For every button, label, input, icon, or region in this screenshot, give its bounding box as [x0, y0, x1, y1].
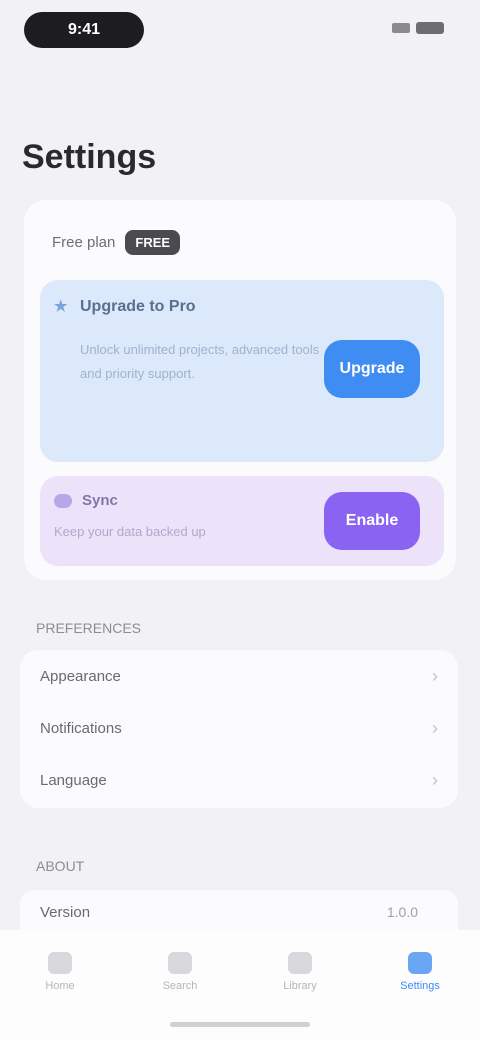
status-icons — [392, 22, 444, 34]
battery-icon — [416, 22, 444, 34]
home-icon — [48, 952, 72, 974]
list-item-label: Language — [40, 771, 107, 789]
library-icon — [288, 952, 312, 974]
signal-icon — [392, 23, 410, 33]
list-item-label: Notifications — [40, 719, 122, 737]
star-icon: ★ — [54, 298, 68, 315]
search-icon — [168, 952, 192, 974]
about-row-label: Version — [40, 904, 91, 921]
status-time: 9:41 — [24, 12, 144, 48]
tab-search[interactable]: Search — [145, 952, 215, 992]
preferences-list: Appearance › Notifications › Language › — [20, 650, 458, 808]
cloud-icon — [54, 493, 72, 508]
sync-description: Keep your data backed up — [54, 524, 206, 539]
status-bar: 9:41 — [0, 0, 480, 64]
account-label: Free plan — [52, 234, 116, 251]
tab-settings[interactable]: Settings — [385, 952, 455, 992]
upgrade-title-row: ★ Upgrade to Pro — [54, 298, 196, 316]
list-item-language[interactable]: Language › — [20, 754, 458, 806]
about-row-value: 1.0.0 — [386, 904, 418, 920]
list-item-appearance[interactable]: Appearance › — [20, 650, 458, 702]
chevron-right-icon: › — [432, 665, 438, 686]
sync-card: Sync Keep your data backed up Enable — [40, 476, 444, 566]
plan-badge: FREE — [125, 230, 181, 255]
gear-icon — [408, 952, 432, 974]
home-indicator[interactable] — [170, 1022, 310, 1027]
upgrade-title: Upgrade to Pro — [80, 298, 196, 315]
account-card: Free plan FREE ★ Upgrade to Pro Unlock u… — [24, 200, 456, 580]
upgrade-button[interactable]: Upgrade — [324, 340, 420, 398]
account-row[interactable]: Free plan FREE — [52, 230, 181, 255]
list-item-notifications[interactable]: Notifications › — [20, 702, 458, 754]
preferences-section-label: PREFERENCES — [36, 620, 142, 636]
tab-label: Settings — [400, 980, 440, 992]
sync-title: Sync — [82, 492, 118, 509]
upgrade-description: Unlock unlimited projects, advanced tool… — [80, 342, 320, 381]
list-item-label: Appearance — [40, 667, 121, 685]
upgrade-card: ★ Upgrade to Pro Unlock unlimited projec… — [40, 280, 444, 462]
tab-library[interactable]: Library — [265, 952, 335, 992]
about-section-label: ABOUT — [36, 858, 85, 874]
chevron-right-icon: › — [432, 769, 438, 790]
tab-label: Search — [162, 980, 198, 992]
page-title: Settings — [22, 138, 157, 176]
tab-label: Home — [45, 980, 75, 992]
sync-title-row: Sync — [54, 492, 118, 509]
sync-enable-button[interactable]: Enable — [324, 492, 420, 550]
tab-label: Library — [283, 980, 317, 992]
chevron-right-icon: › — [432, 717, 438, 738]
tab-home[interactable]: Home — [25, 952, 95, 992]
